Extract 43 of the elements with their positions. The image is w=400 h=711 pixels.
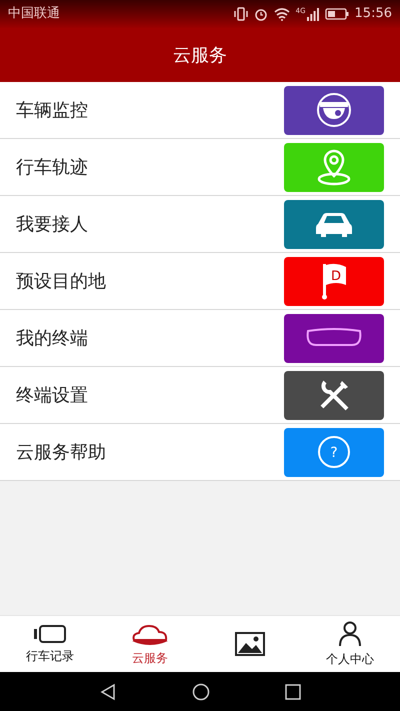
service-tile[interactable]	[284, 314, 384, 362]
home-icon[interactable]	[192, 682, 210, 700]
battery-icon	[324, 8, 349, 20]
help-icon: ?	[317, 435, 351, 469]
carrier-text: 中国联通	[8, 5, 60, 24]
back-icon[interactable]	[99, 682, 117, 700]
service-row[interactable]: 行车轨迹	[0, 139, 400, 196]
wifi-icon	[274, 8, 290, 20]
service-label: 行车轨迹	[16, 156, 88, 180]
person-icon	[338, 620, 362, 646]
time-text: 15:56	[354, 5, 392, 24]
service-row[interactable]: 我要接人	[0, 196, 400, 253]
service-label: 我的终端	[16, 326, 88, 350]
service-row[interactable]: 我的终端	[0, 310, 400, 367]
service-row[interactable]: 车辆监控	[0, 82, 400, 139]
service-label: 我要接人	[16, 212, 88, 236]
service-label: 预设目的地	[16, 270, 106, 294]
recents-icon[interactable]	[285, 684, 301, 700]
service-tile[interactable]	[284, 86, 384, 134]
service-row[interactable]: 预设目的地 D	[0, 253, 400, 310]
camera-icon	[316, 92, 352, 128]
service-label: 车辆监控	[16, 98, 88, 122]
rearview-mirror-icon	[304, 327, 364, 349]
service-label: 云服务帮助	[16, 440, 106, 464]
service-tile[interactable]: ?	[284, 428, 384, 476]
picture-icon	[235, 632, 265, 656]
service-row[interactable]: 云服务帮助 ?	[0, 424, 400, 481]
service-label: 终端设置	[16, 384, 88, 408]
service-tile[interactable]	[284, 370, 384, 420]
car-icon	[314, 210, 354, 238]
service-tile[interactable]: D	[284, 256, 384, 306]
vibrate-icon	[234, 7, 248, 21]
tab-item[interactable]: 云服务	[100, 616, 200, 672]
tab-item[interactable]: 个人中心	[300, 616, 400, 672]
service-tile[interactable]	[284, 200, 384, 248]
page-title: 云服务	[173, 44, 227, 68]
signal-icon	[306, 8, 319, 20]
service-row[interactable]: 终端设置	[0, 367, 400, 424]
service-tile[interactable]	[284, 142, 384, 192]
recorder-icon	[33, 624, 67, 644]
alarm-icon	[254, 7, 268, 21]
tab-item[interactable]: 行车记录	[0, 616, 100, 672]
location-pin-icon	[316, 148, 352, 186]
